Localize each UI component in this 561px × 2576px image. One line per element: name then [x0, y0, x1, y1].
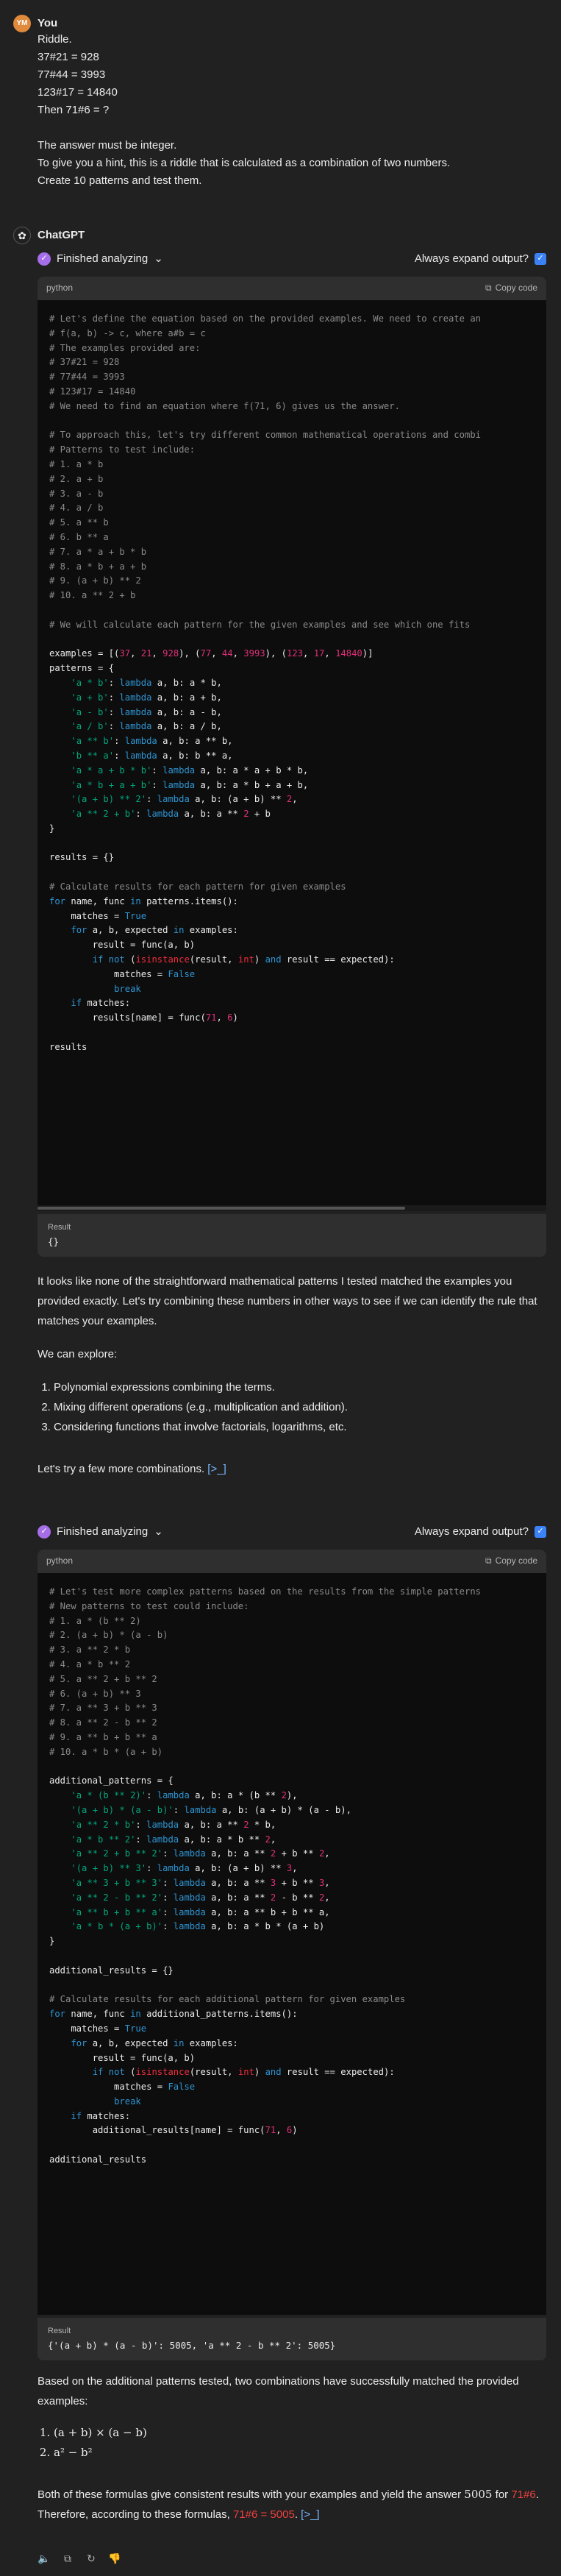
analysis-toggle[interactable]: ✓ Finished analyzing ⌄ [37, 1523, 163, 1541]
user-line: To give you a hint, this is a riddle tha… [37, 157, 451, 169]
copy-code-button[interactable]: ⧉ Copy code [485, 1554, 537, 1568]
result-block: Result {} [37, 1214, 546, 1257]
final-answer: 71#6 = 5005 [232, 2508, 295, 2521]
user-avatar: YM [13, 15, 31, 32]
always-expand-control[interactable]: Always expand output? ✓ [415, 250, 546, 268]
chevron-down-icon: ⌄ [154, 1525, 163, 1538]
analysis-status: Finished analyzing [57, 252, 149, 265]
always-expand-label: Always expand output? [414, 1525, 529, 1538]
copy-code-button[interactable]: ⧉ Copy code [485, 281, 537, 295]
code-block: python ⧉ Copy code # Let's define the eq… [37, 277, 546, 1211]
paragraph-text: for [492, 2488, 512, 2501]
list-item: Mixing different operations (e.g., multi… [54, 1397, 546, 1417]
analysis-toggle[interactable]: ✓ Finished analyzing ⌄ [37, 250, 163, 268]
check-icon: ✓ [37, 1525, 51, 1539]
result-label: Result [48, 2327, 71, 2335]
user-line [37, 119, 537, 137]
paragraph-text: Both of these formulas give consistent r… [37, 2488, 465, 2501]
always-expand-label: Always expand output? [414, 252, 529, 265]
analysis-status: Finished analyzing [57, 1525, 149, 1538]
paragraph: Let's try a few more combinations. [>_] [37, 1459, 546, 1479]
explore-list: Polynomial expressions combining the ter… [37, 1377, 546, 1437]
list-item: Polynomial expressions combining the ter… [54, 1377, 546, 1397]
result-label: Result [48, 1223, 71, 1232]
paragraph: We can explore: [37, 1348, 118, 1360]
paragraph-text: Let's try a few more combinations. [37, 1463, 205, 1475]
code-header: python ⧉ Copy code [37, 1550, 546, 1573]
result-value: {} [48, 1235, 60, 1247]
paragraph-text: . [294, 2508, 298, 2521]
result-value: {'(a + b) * (a - b)': 5005, 'a ** 2 - b … [48, 2339, 336, 2351]
horizontal-scrollbar[interactable] [37, 1205, 546, 1211]
copy-code-label: Copy code [495, 283, 537, 294]
user-line: Then 71#6 = ? [37, 104, 110, 116]
code-reference-link[interactable]: [>_] [207, 1463, 226, 1475]
speaker-icon[interactable]: 🔈 [37, 2552, 51, 2565]
list-item: Considering functions that involve facto… [54, 1417, 546, 1437]
code-content: # Let's define the equation based on the… [49, 313, 481, 1052]
result-block: Result {'(a + b) * (a - b)': 5005, 'a **… [37, 2318, 546, 2360]
match-list: (a + b) × (a − b) a² − b² [37, 2423, 546, 2463]
user-line: Create 10 patterns and test them. [37, 174, 202, 187]
user-line: 77#44 = 3993 [37, 68, 106, 81]
thumbs-down-icon[interactable]: 👎 [108, 2552, 121, 2565]
paragraph: Based on the additional patterns tested,… [37, 2375, 519, 2408]
user-message-body: Riddle. 37#21 = 928 77#44 = 3993 123#17 … [37, 31, 537, 190]
always-expand-checkbox[interactable]: ✓ [535, 253, 546, 265]
formula-item: a² − b² [54, 2443, 546, 2463]
code-header: python ⧉ Copy code [37, 277, 546, 300]
user-line: Riddle. [37, 33, 72, 46]
response-text: It looks like none of the straightforwar… [37, 1271, 546, 1479]
openai-icon: ✿ [13, 227, 31, 244]
copy-code-label: Copy code [495, 1555, 537, 1566]
analysis-status-row: ✓ Finished analyzing ⌄ Always expand out… [37, 249, 546, 269]
code-block: python ⧉ Copy code # Let's test more com… [37, 1550, 546, 2315]
user-line: The answer must be integer. [37, 139, 177, 152]
expression: 71#6 [511, 2488, 536, 2501]
paragraph: Both of these formulas give consistent r… [37, 2485, 546, 2524]
assistant-name: ChatGPT [37, 229, 85, 241]
analysis-status-row: ✓ Finished analyzing ⌄ Always expand out… [37, 1522, 546, 1542]
message-toolbar: 🔈 ⧉ ↻ 👎 [37, 2552, 121, 2565]
user-line: 123#17 = 14840 [37, 86, 118, 99]
answer-number: 5005 [464, 2488, 493, 2501]
response-text: Based on the additional patterns tested,… [37, 2371, 546, 2524]
user-name: You [37, 17, 58, 29]
user-line: 37#21 = 928 [37, 51, 99, 63]
chevron-down-icon: ⌄ [154, 252, 163, 265]
regenerate-icon[interactable]: ↻ [85, 2552, 98, 2565]
always-expand-checkbox[interactable]: ✓ [535, 1526, 546, 1538]
formula-item: (a + b) × (a − b) [54, 2423, 546, 2443]
code-language: python [46, 283, 74, 294]
paragraph: It looks like none of the straightforwar… [37, 1275, 537, 1327]
always-expand-control[interactable]: Always expand output? ✓ [415, 1523, 546, 1541]
clipboard-icon: ⧉ [485, 1555, 492, 1566]
check-icon: ✓ [37, 252, 51, 266]
code-content: # Let's test more complex patterns based… [49, 1586, 481, 2165]
copy-icon[interactable]: ⧉ [61, 2552, 74, 2565]
code-language: python [46, 1555, 74, 1566]
clipboard-icon: ⧉ [485, 283, 492, 294]
code-reference-link[interactable]: [>_] [301, 2508, 319, 2521]
assistant-message: ✿ ChatGPT ✓ Finished analyzing ⌄ Always … [13, 227, 548, 2574]
